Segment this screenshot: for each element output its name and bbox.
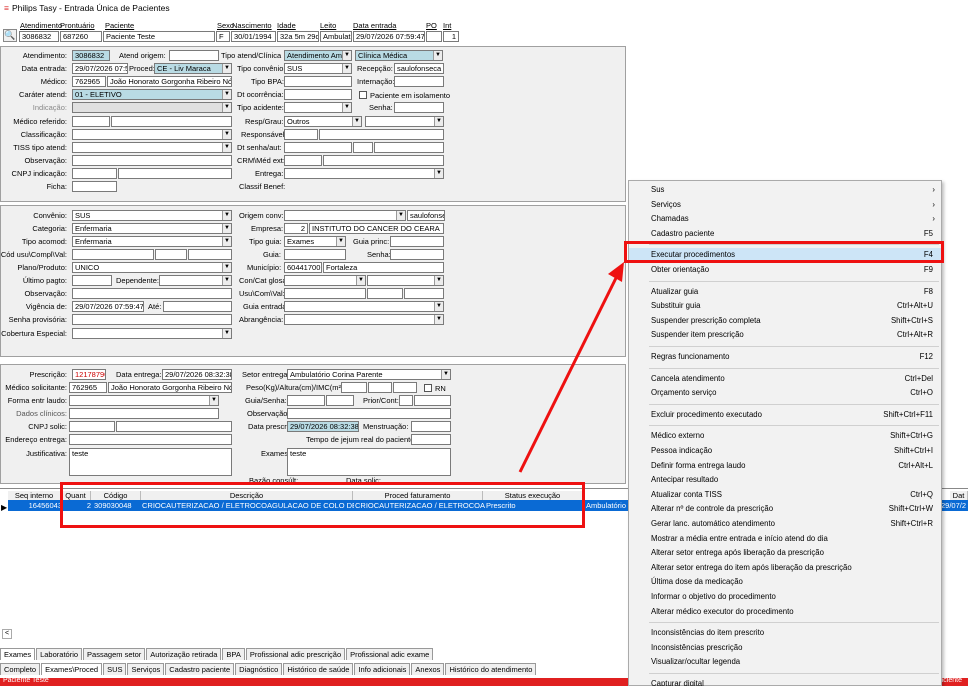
menu-item-label: Suspender item prescrição [651,330,744,340]
menu-item-shortcut: Shift+Ctrl+W [888,504,933,514]
menu-item-visualizar-ocultar-legenda[interactable]: Visualizar/ocultar legenda [629,655,943,669]
menu-separator [649,346,939,347]
menu-item-shortcut: Ctrl+Alt+L [898,460,933,470]
menu-item-label: Atualizar conta TISS [651,489,722,499]
menu-item-shortcut: Ctrl+O [910,388,933,398]
menu-item-alterar-n-de-controle-da-prescricao[interactable]: Alterar nº de controle da prescrição Shif… [629,502,943,516]
menu-item-definir-forma-entrega-laudo[interactable]: Definir forma entrega laudo Ctrl+Alt+L [629,459,943,473]
menu-item-informar-o-objetivo-do-procedimento[interactable]: Informar o objetivo do procedimento [629,590,943,604]
menu-item-label: Alterar médico executor do procedimento [651,606,794,616]
chevron-right-icon: › [932,185,935,194]
menu-item-label: Mostrar a média entre entrada e início a… [651,533,828,543]
menu-item-cancela-atendimento[interactable]: Cancela atendimento Ctrl+Del [629,372,943,386]
menu-item-ultima-dose-da-medicacao[interactable]: Última dose da medicação [629,575,943,589]
menu-separator [649,622,939,624]
menu-separator [649,280,939,282]
menu-item-label: Informar o objetivo do procedimento [651,592,776,601]
menu-separator [649,367,939,369]
menu-item-label: Definir forma entrega laudo [651,460,746,470]
menu-separator [649,425,939,427]
menu-item-label: Alterar nº de controle da prescrição [651,504,774,514]
menu-item-regras-funcionamento[interactable]: Regras funcionamento F12 [629,350,943,364]
menu-item-label: Pessoa indicação [651,446,713,455]
menu-item-shortcut: Shift+Ctrl+I [894,446,933,455]
menu-item-label: Capturar digital [651,679,704,686]
menu-item-label: Excluir procedimento executado [651,409,762,419]
menu-item-label: Antecipar resultado [651,475,719,485]
menu-item-alterar-setor-entrega-apos-liberacao-da-prescricao[interactable]: Alterar setor entrega após liberação da … [629,546,943,560]
menu-item-shortcut: Shift+Ctrl+S [890,315,933,325]
menu-item-servicos[interactable]: Serviços › [629,198,943,212]
menu-item-suspender-item-prescricao[interactable]: Suspender item prescrição Ctrl+Alt+R [629,328,943,342]
menu-item-chamadas[interactable]: Chamadas › [629,212,943,226]
menu-item-orcamento-servico[interactable]: Orçamento serviço Ctrl+O [629,386,943,400]
menu-item-label: Regras funcionamento [651,352,730,361]
menu-item-shortcut: F8 [923,286,933,296]
menu-item-label: Inconsistências do item prescrito [651,628,765,638]
menu-item-label: Atualizar guia [651,286,699,296]
menu-item-capturar-digital[interactable]: Capturar digital [629,677,943,686]
menu-item-label: Orçamento serviço [651,388,717,398]
menu-item-label: Obter orientação [651,265,710,274]
menu-item-label: Cancela atendimento [651,373,725,383]
menu-item-cadastro-paciente[interactable]: Cadastro paciente F5 [629,227,943,241]
menu-item-shortcut: Ctrl+Alt+R [897,330,933,340]
menu-item-label: Alterar setor entrega após liberação da … [651,548,824,558]
menu-item-shortcut: Ctrl+Del [904,373,933,383]
menu-item-label: Inconsistências prescrição [651,642,743,652]
menu-item-gerar-lanc-automatico-atendimento[interactable]: Gerar lanc. automático atendimento Shift+… [629,517,943,531]
chevron-right-icon: › [932,199,935,209]
menu-item-label: Sus [651,185,665,194]
arrow-line [518,277,618,473]
menu-item-alterar-setor-entrega-do-item-apos-liberacao-da-prescricao[interactable]: Alterar setor entrega do item após liber… [629,561,943,575]
menu-item-pessoa-indicacao[interactable]: Pessoa indicação Shift+Ctrl+I [629,444,943,458]
menu-item-label: Última dose da medicação [651,577,743,587]
menu-item-alterar-medico-executor-do-procedimento[interactable]: Alterar médico executor do procedimento [629,605,943,619]
menu-item-label: Gerar lanc. automático atendimento [651,519,775,528]
menu-item-label: Visualizar/ocultar legenda [651,657,741,667]
menu-item-excluir-procedimento-executado[interactable]: Excluir procedimento executado Shift+Ctrl… [629,408,943,422]
menu-highlight-box [624,241,944,263]
menu-item-sus[interactable]: Sus › [629,183,943,197]
menu-item-medico-externo[interactable]: Médico externo Shift+Ctrl+G [629,429,943,443]
menu-item-label: Cadastro paciente [651,228,715,238]
menu-item-shortcut: Shift+Ctrl+R [890,519,933,528]
menu-item-shortcut: F9 [923,265,933,274]
menu-item-label: Médico externo [651,431,705,441]
menu-item-atualizar-guia[interactable]: Atualizar guia F8 [629,285,943,299]
menu-item-suspender-prescricao-completa[interactable]: Suspender prescrição completa Shift+Ctrl+… [629,314,943,328]
menu-item-label: Suspender prescrição completa [651,315,761,325]
menu-separator [649,403,939,405]
menu-item-shortcut: F5 [923,228,933,238]
menu-item-inconsistencias-do-item-prescrito[interactable]: Inconsistências do item prescrito [629,626,943,640]
menu-item-label: Chamadas [651,214,689,224]
menu-separator [649,673,939,674]
chevron-right-icon: › [932,214,935,224]
menu-item-label: Substituir guia [651,301,701,311]
menu-item-antecipar-resultado[interactable]: Antecipar resultado [629,473,943,487]
menu-item-label: Alterar setor entrega do item após liber… [651,562,852,572]
menu-item-obter-orientacao[interactable]: Obter orientação F9 [629,263,943,277]
menu-item-shortcut: Shift+Ctrl+G [890,431,933,441]
menu-item-shortcut: F12 [919,352,933,361]
menu-item-substituir-guia[interactable]: Substituir guia Ctrl+Alt+U [629,299,943,313]
menu-item-shortcut: Ctrl+Alt+U [897,301,933,311]
menu-item-shortcut: Ctrl+Q [910,489,933,499]
menu-item-label: Serviços [651,199,681,209]
menu-item-shortcut: Shift+Ctrl+F11 [883,409,933,419]
menu-item-mostrar-a-media-entre-entrada-e-inicio-atend-do-dia[interactable]: Mostrar a média entre entrada e início a… [629,532,943,546]
menu-item-atualizar-conta-tiss[interactable]: Atualizar conta TISS Ctrl+Q [629,488,943,502]
menu-item-inconsistencias-prescricao[interactable]: Inconsistências prescrição [629,641,943,655]
